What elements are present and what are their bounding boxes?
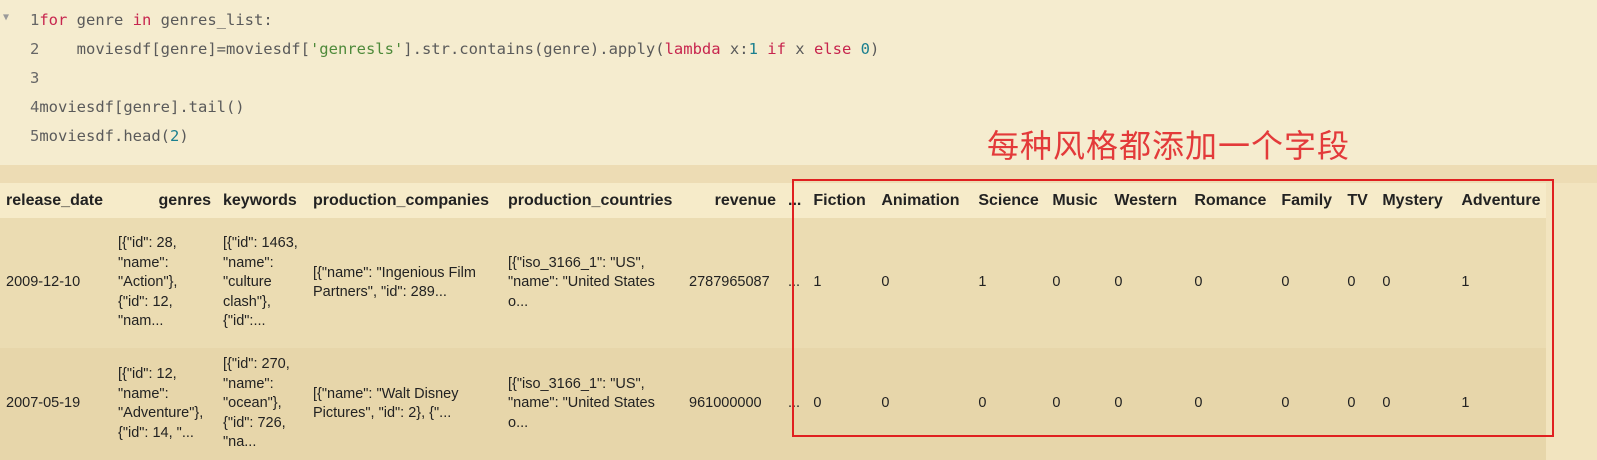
table-cell: 1 (1455, 348, 1547, 460)
column-header[interactable]: Science (972, 183, 1047, 218)
code-line[interactable]: 4moviesdf[genre].tail() (30, 96, 245, 118)
table-cell: 0 (1108, 218, 1189, 348)
column-header[interactable]: Mystery (1376, 183, 1456, 218)
column-header[interactable]: Romance (1188, 183, 1276, 218)
code-token: 2 (170, 127, 180, 145)
code-token: ) (179, 127, 189, 145)
code-token: moviesdf.head( (39, 127, 170, 145)
table-cell: [{"name": "Ingenious Film Partners", "id… (307, 218, 502, 348)
table-cell: [{"id": 1463, "name": "culture clash"}, … (217, 218, 307, 348)
code-token: 'genresls' (309, 40, 404, 58)
code-cell[interactable]: ▼ 1for genre in genres_list: 2 moviesdf[g… (0, 0, 1597, 165)
code-line[interactable]: 3 (30, 67, 39, 89)
table-cell: ... (782, 218, 808, 348)
code-token: in (132, 11, 152, 29)
table-cell: 0 (1341, 348, 1377, 460)
cell-separator (0, 165, 1597, 183)
table-cell: [{"iso_3166_1": "US", "name": "United St… (502, 218, 683, 348)
table-cell: 1 (807, 218, 876, 348)
code-token: genres_list: (151, 11, 273, 29)
table-row: 2009-12-10 [{"id": 28, "name": "Action"},… (0, 218, 1547, 348)
table-cell: 2787965087 (683, 218, 782, 348)
code-line[interactable]: 2 moviesdf[genre]=moviesdf['genresls'].s… (30, 38, 879, 60)
code-token: 1 (748, 40, 758, 58)
table-cell: 0 (1275, 348, 1342, 460)
column-header[interactable]: Music (1046, 183, 1109, 218)
column-header[interactable]: release_date (0, 183, 112, 218)
code-token: moviesdf[genre]=moviesdf[ (39, 40, 310, 58)
code-line[interactable]: 1for genre in genres_list: (30, 9, 273, 31)
code-token: lambda (664, 40, 721, 58)
code-line[interactable]: 5moviesdf.head(2) (30, 125, 189, 147)
table-cell: 961000000 (683, 348, 782, 460)
column-header[interactable]: keywords (217, 183, 307, 218)
table-cell: 0 (1046, 348, 1109, 460)
table-header-row: release_date genres keywords production_com… (0, 183, 1547, 218)
table-cell: 0 (1046, 218, 1109, 348)
table-cell: 2009-12-10 (0, 218, 112, 348)
line-number: 2 (30, 40, 40, 58)
code-token: genre (67, 11, 133, 29)
column-header[interactable]: production_companies (307, 183, 502, 218)
line-number: 3 (30, 69, 40, 87)
table-cell: 0 (875, 218, 973, 348)
column-header[interactable]: Family (1275, 183, 1342, 218)
table-cell: 0 (1108, 348, 1189, 460)
column-header[interactable]: genres (112, 183, 217, 218)
table-cell: 1 (1455, 218, 1547, 348)
code-token: 0 (860, 40, 870, 58)
table-cell: 2007-05-19 (0, 348, 112, 460)
code-token: else (813, 40, 852, 58)
table-cell: 0 (1376, 218, 1456, 348)
code-token: x: (720, 40, 749, 58)
output-dataframe: release_date genres keywords production_com… (0, 183, 1547, 460)
table-cell: 0 (1376, 348, 1456, 460)
table-cell: [{"id": 28, "name": "Action"}, {"id": 12… (112, 218, 217, 348)
table-cell: 0 (972, 348, 1047, 460)
column-header[interactable]: revenue (683, 183, 782, 218)
code-token: moviesdf[genre].tail() (39, 98, 245, 116)
code-token: ].str.contains(genre).apply( (403, 40, 665, 58)
annotation-text: 每种风格都添加一个字段 (987, 127, 1351, 165)
table-cell: [{"name": "Walt Disney Pictures", "id": … (307, 348, 502, 460)
column-header[interactable]: ... (782, 183, 808, 218)
table-cell: 0 (875, 348, 973, 460)
line-number: 1 (30, 11, 40, 29)
table-cell: 0 (807, 348, 876, 460)
table-cell: [{"id": 270, "name": "ocean"}, {"id": 72… (217, 348, 307, 460)
table-cell: ... (782, 348, 808, 460)
code-token: if (767, 40, 786, 58)
table-cell: 0 (1275, 218, 1342, 348)
table-cell: [{"iso_3166_1": "US", "name": "United St… (502, 348, 683, 460)
table-row: 2007-05-19 [{"id": 12, "name": "Adventure… (0, 348, 1547, 460)
table-cell: [{"id": 12, "name": "Adventure"}, {"id":… (112, 348, 217, 460)
line-number: 4 (30, 98, 40, 116)
line-number: 5 (30, 127, 40, 145)
column-header[interactable]: production_countries (502, 183, 683, 218)
column-header[interactable]: Fiction (807, 183, 876, 218)
table-cell: 1 (972, 218, 1047, 348)
table-cell: 0 (1188, 348, 1276, 460)
fold-arrow-icon[interactable]: ▼ (3, 12, 9, 23)
column-header[interactable]: Western (1108, 183, 1189, 218)
column-header[interactable]: Animation (875, 183, 973, 218)
code-token: ) (869, 40, 880, 58)
table-cell: 0 (1341, 218, 1377, 348)
column-header[interactable]: TV (1341, 183, 1377, 218)
code-token: for (39, 11, 68, 29)
table-cell: 0 (1188, 218, 1276, 348)
code-token: x (785, 40, 814, 58)
column-header[interactable]: Adventure (1455, 183, 1547, 218)
